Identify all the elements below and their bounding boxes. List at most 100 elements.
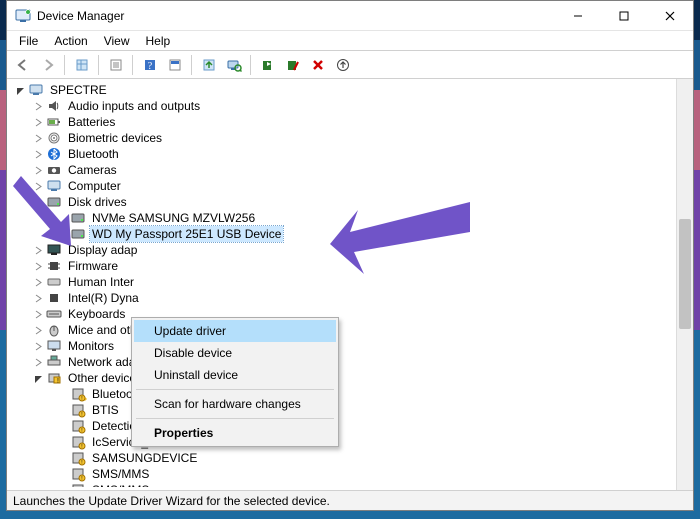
chevron-right-icon[interactable] (32, 180, 44, 192)
chevron-right-icon[interactable] (32, 244, 44, 256)
tree-category-other[interactable]: ! Other devices (10, 370, 674, 386)
device-tree[interactable]: SPECTRE Audio inputs and outputs Batteri… (9, 81, 675, 488)
chevron-right-icon[interactable] (32, 116, 44, 128)
chevron-right-icon[interactable] (32, 100, 44, 112)
tree-label: SAMSUNGDEVICE (90, 450, 199, 466)
show-all-button[interactable] (70, 54, 93, 76)
tree-root[interactable]: SPECTRE (10, 82, 674, 98)
vertical-scrollbar[interactable] (676, 79, 693, 490)
tree-category-firmware[interactable]: Firmware (10, 258, 674, 274)
chip-icon (46, 290, 62, 306)
close-button[interactable] (647, 1, 693, 31)
scrollbar-thumb[interactable] (679, 219, 691, 329)
network-icon (46, 354, 62, 370)
tree-label: Mice and otl (66, 322, 135, 338)
disable-device-button[interactable] (281, 54, 304, 76)
menu-file[interactable]: File (11, 32, 46, 50)
chevron-right-icon[interactable] (32, 324, 44, 336)
computer-icon (28, 82, 44, 98)
chevron-right-icon[interactable] (32, 356, 44, 368)
context-menu: Update driver Disable device Uninstall d… (131, 317, 339, 447)
chevron-right-icon[interactable] (32, 260, 44, 272)
tree-category-batteries[interactable]: Batteries (10, 114, 674, 130)
unknown-device-icon: ! (70, 434, 86, 450)
display-icon (46, 242, 62, 258)
ctx-uninstall-device[interactable]: Uninstall device (134, 364, 336, 386)
tree-device-bt-peripheral[interactable]: ! Bluetooth Peripheral Device (10, 386, 674, 402)
other-devices-icon: ! (46, 370, 62, 386)
tree-device-nvme[interactable]: NVMe SAMSUNG MZVLW256 (10, 210, 674, 226)
eject-button[interactable] (331, 54, 354, 76)
tree-device-samsungdev[interactable]: ! SAMSUNGDEVICE (10, 450, 674, 466)
enable-device-button[interactable] (256, 54, 279, 76)
menu-help[interactable]: Help (138, 32, 179, 50)
chevron-right-icon[interactable] (32, 132, 44, 144)
tree-category-network[interactable]: Network adapters (10, 354, 674, 370)
scan-hardware-button[interactable] (222, 54, 245, 76)
back-button[interactable] (11, 54, 34, 76)
menu-action[interactable]: Action (46, 32, 95, 50)
chevron-right-icon[interactable] (32, 308, 44, 320)
tree-label: Human Inter (66, 274, 136, 290)
window-title: Device Manager (37, 9, 124, 23)
chevron-right-icon[interactable] (32, 148, 44, 160)
update-driver-button[interactable] (197, 54, 220, 76)
unknown-device-icon: ! (70, 450, 86, 466)
minimize-button[interactable] (555, 1, 601, 31)
forward-button[interactable] (36, 54, 59, 76)
tree-category-biometric[interactable]: Biometric devices (10, 130, 674, 146)
ctx-scan-hardware[interactable]: Scan for hardware changes (134, 393, 336, 415)
tree-device-icservice[interactable]: ! IcService_New (10, 434, 674, 450)
tree-category-hid[interactable]: Human Inter (10, 274, 674, 290)
uninstall-device-button[interactable] (306, 54, 329, 76)
tree-device-btis[interactable]: ! BTIS (10, 402, 674, 418)
chevron-right-icon[interactable] (32, 340, 44, 352)
tree-category-cameras[interactable]: Cameras (10, 162, 674, 178)
tree-category-disk-drives[interactable]: Disk drives (10, 194, 674, 210)
tree-device-detection[interactable]: ! Detection Verification (10, 418, 674, 434)
unknown-device-icon: ! (70, 402, 86, 418)
tree-label: Display adap (66, 242, 139, 258)
chevron-down-icon[interactable] (14, 84, 26, 96)
ctx-properties[interactable]: Properties (134, 422, 336, 444)
tree-category-bluetooth[interactable]: Bluetooth (10, 146, 674, 162)
chevron-down-icon[interactable] (32, 196, 44, 208)
ctx-disable-device[interactable]: Disable device (134, 342, 336, 364)
tree-category-mice[interactable]: Mice and otl (10, 322, 674, 338)
svg-text:!: ! (57, 378, 59, 385)
tree-label: Batteries (66, 114, 117, 130)
help-button[interactable]: ? (138, 54, 161, 76)
app-icon (15, 8, 31, 24)
tree-category-display[interactable]: Display adap (10, 242, 674, 258)
chevron-right-icon[interactable] (32, 292, 44, 304)
tree-label: Monitors (66, 338, 116, 354)
hid-icon (46, 274, 62, 290)
chip-icon (46, 258, 62, 274)
tree-device-smsmms1[interactable]: ! SMS/MMS (10, 466, 674, 482)
action-button[interactable] (163, 54, 186, 76)
chevron-right-icon[interactable] (32, 164, 44, 176)
battery-icon (46, 114, 62, 130)
ctx-update-driver[interactable]: Update driver (134, 320, 336, 342)
menu-view[interactable]: View (96, 32, 138, 50)
tree-category-keyboards[interactable]: Keyboards (10, 306, 674, 322)
tree-device-wd-passport[interactable]: WD My Passport 25E1 USB Device (10, 226, 674, 242)
unknown-device-icon: ! (70, 482, 86, 488)
tree-category-computer[interactable]: Computer (10, 178, 674, 194)
tree-category-monitors[interactable]: Monitors (10, 338, 674, 354)
tree-device-smsmms2[interactable]: ! SMS/MMS (10, 482, 674, 488)
fingerprint-icon (46, 130, 62, 146)
properties-button[interactable] (104, 54, 127, 76)
tree-category-intel[interactable]: Intel(R) Dyna (10, 290, 674, 306)
keyboard-icon (46, 306, 62, 322)
tree-label: Bluetooth (66, 146, 121, 162)
tree-category-audio[interactable]: Audio inputs and outputs (10, 98, 674, 114)
chevron-right-icon[interactable] (32, 276, 44, 288)
tree-label: SMS/MMS (90, 482, 151, 488)
chevron-down-icon[interactable] (32, 372, 44, 384)
maximize-button[interactable] (601, 1, 647, 31)
tree-label: SMS/MMS (90, 466, 151, 482)
tree-label: Firmware (66, 258, 120, 274)
ctx-separator (136, 389, 334, 390)
disk-icon (70, 210, 86, 226)
